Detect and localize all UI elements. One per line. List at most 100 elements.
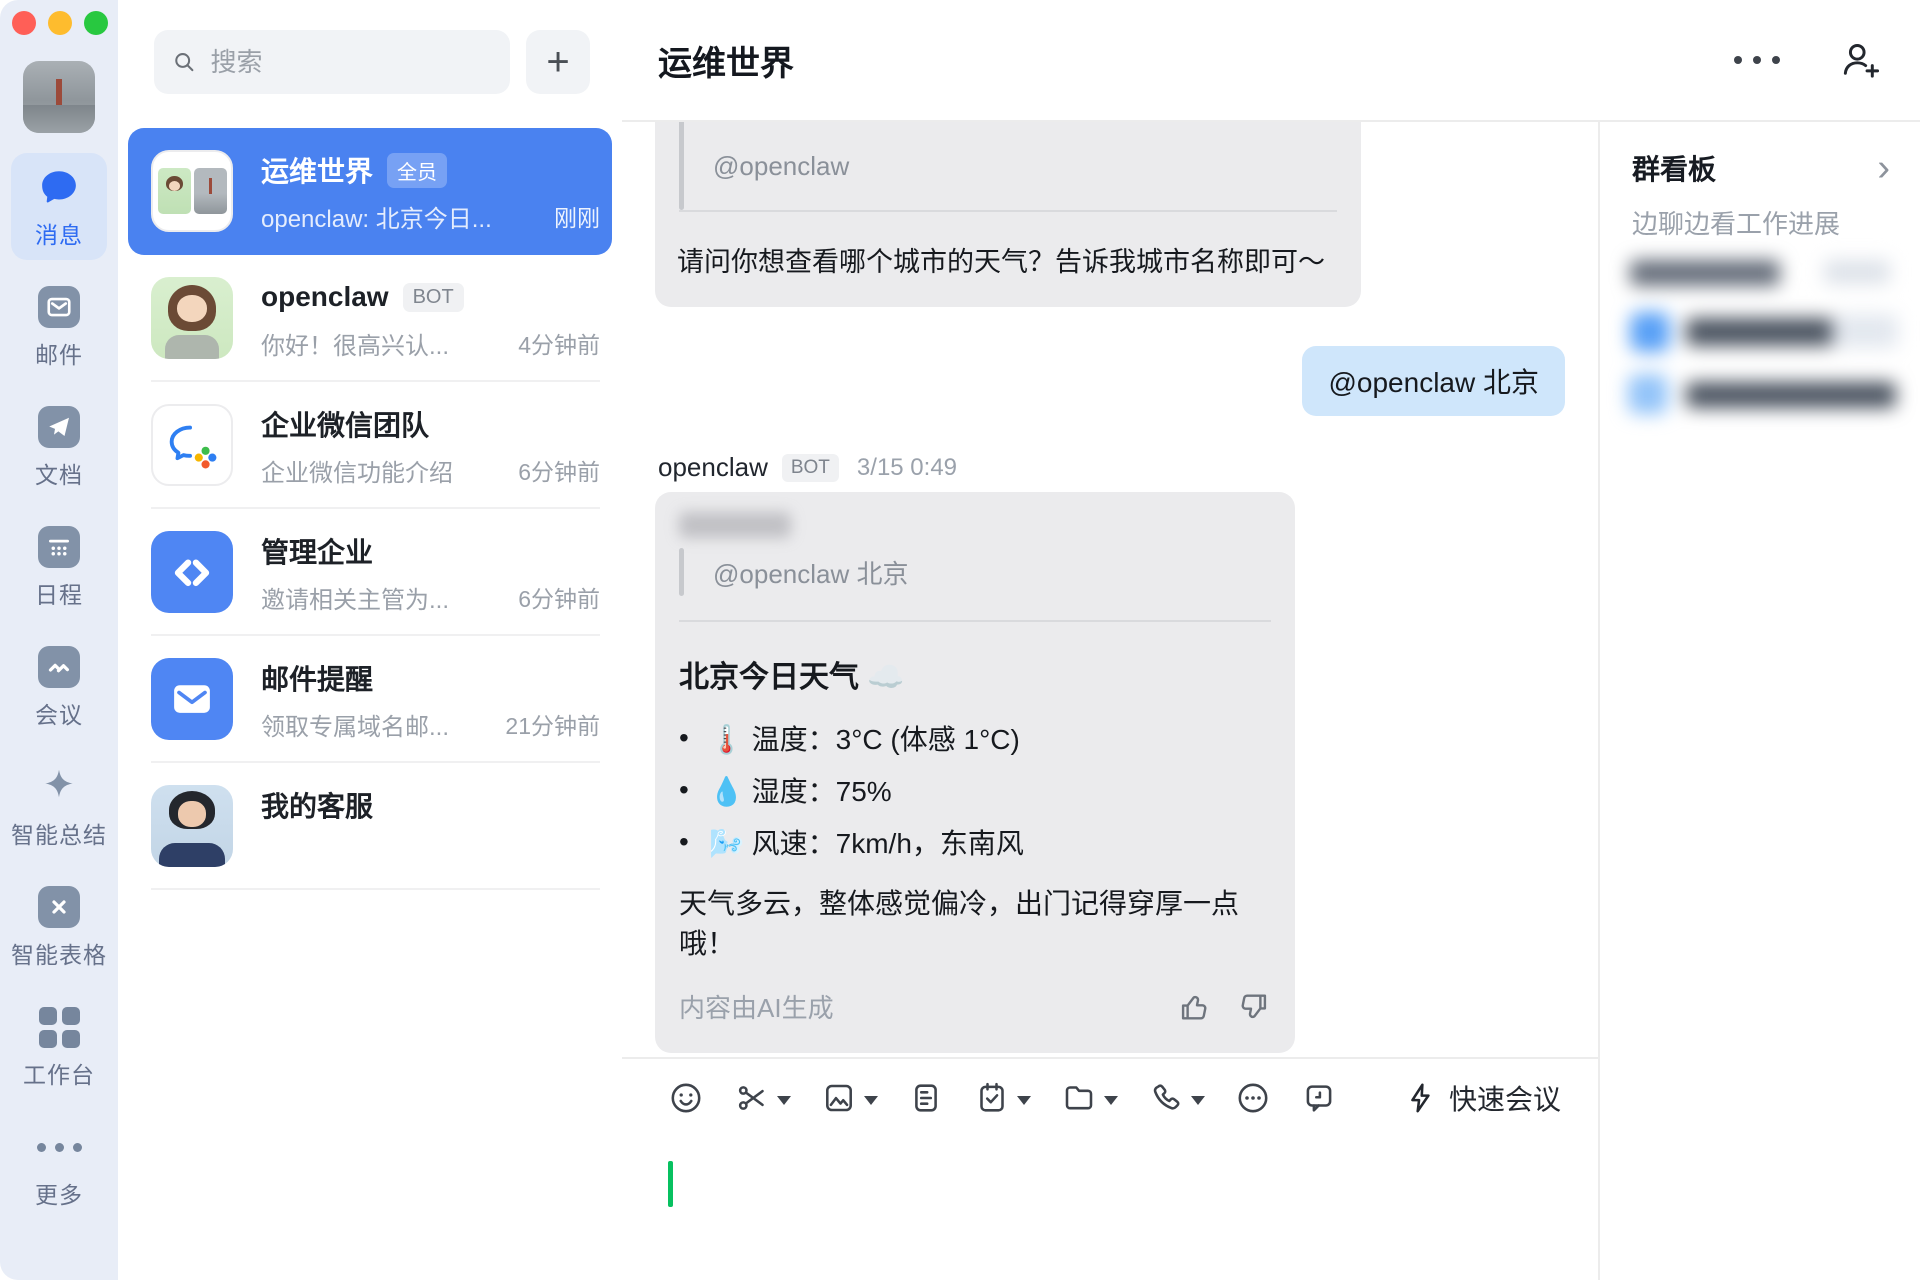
chat-history-button[interactable] [1301,1080,1337,1116]
scissors-icon [734,1080,770,1116]
user-avatar[interactable] [23,61,95,133]
close-button[interactable] [12,11,36,35]
dropdown-arrow-icon [1191,1096,1205,1105]
lightning-icon [1403,1080,1439,1116]
chat-name: openclaw [261,281,389,313]
folder-button[interactable] [1061,1080,1118,1116]
quick-meeting-button[interactable]: 快速会议 [1403,1078,1561,1118]
group-board-panel: 群看板 › 边聊边看工作进展 [1598,122,1920,1280]
sidebar-item-label: 邮件 [35,336,83,370]
screenshot-button[interactable] [734,1080,791,1116]
sparkle-icon [36,766,82,808]
message-timestamp: 3/15 0:49 [857,454,957,482]
chat-time: 21分钟前 [505,707,600,741]
weather-summary: 天气多云，整体感觉偏冷，出门记得穿厚一点哦！ [679,882,1271,962]
chat-bubble-icon [36,166,82,208]
group-avatar [151,150,233,232]
weather-bullet-list: •🌡️ 温度：3°C (体感 1°C) •💧 湿度：75% •🌬️ 风速：7km… [679,712,1271,868]
chat-list-item-mail-alert[interactable]: 邮件提醒 领取专属域名邮... 21分钟前 [118,636,622,763]
message-list[interactable]: @openclaw 请问你想查看哪个城市的天气？告诉我城市名称即可～ @open… [622,122,1598,1057]
mail-alert-avatar [151,658,233,740]
chat-title: 运维世界 [658,36,1728,85]
message-input[interactable] [622,1137,1598,1280]
chat-time: 6分钟前 [518,453,600,487]
ai-generated-label: 内容由AI生成 [679,988,834,1025]
thumbs-down-button[interactable] [1237,990,1271,1024]
weather-title: 北京今日天气 ☁️ [679,652,1271,696]
thumbs-up-button[interactable] [1177,990,1211,1024]
emoji-icon [668,1080,704,1116]
sidebar-item-calendar[interactable]: 日程 [11,513,107,620]
sidebar-item-workbench[interactable]: 工作台 [11,993,107,1100]
chat-name: 我的客服 [261,785,373,825]
ellipsis-icon [1734,56,1780,64]
search-input[interactable] [208,46,492,79]
sidebar-item-smart-sheets[interactable]: 智能表格 [11,873,107,980]
all-members-badge: 全员 [387,153,447,188]
sidebar-item-label: 智能总结 [11,816,107,850]
sidebar-item-label: 智能表格 [11,936,107,970]
wecom-logo-avatar [151,404,233,486]
chat-name: 管理企业 [261,531,373,571]
paper-plane-icon [38,406,80,448]
search-input-wrapper[interactable] [154,30,510,94]
sidebar-item-label: 会议 [35,696,83,730]
chat-name: 邮件提醒 [261,658,373,698]
minimize-button[interactable] [48,11,72,35]
document-icon [908,1080,944,1116]
bot-badge: BOT [782,454,839,482]
service-avatar [151,785,233,867]
sidebar-item-mail[interactable]: 邮件 [11,273,107,380]
chat-list-item-yunwei[interactable]: 运维世界 全员 openclaw: 北京今日... 刚刚 [128,128,612,255]
new-chat-button[interactable]: + [526,30,590,94]
sidebar-item-docs[interactable]: 文档 [11,393,107,500]
chat-preview: 邀请相关主管为... [261,580,449,615]
calendar-icon [38,526,80,568]
chat-list-item-my-service[interactable]: 我的客服 [118,763,622,890]
weather-footer: 内容由AI生成 [679,988,1271,1025]
chat-time: 刚刚 [554,199,600,233]
chat-time: 4分钟前 [518,326,600,360]
chat-list-item-openclaw[interactable]: openclaw BOT 你好！很高兴认... 4分钟前 [118,255,622,382]
chat-history-icon [1301,1080,1337,1116]
sender-name: openclaw [658,452,768,483]
cross-arrows-icon [38,886,80,928]
chat-list-item-manage[interactable]: 管理企业 邀请相关主管为... 6分钟前 [118,509,622,636]
chat-list-item-wecom-team[interactable]: 企业微信团队 企业微信功能介绍 6分钟前 [118,382,622,509]
call-button[interactable] [1148,1080,1205,1116]
quick-meeting-label: 快速会议 [1449,1078,1561,1118]
chat-preview: 领取专属域名邮... [261,707,449,742]
image-button[interactable] [821,1080,878,1116]
chat-time: 6分钟前 [518,580,600,614]
bullet-dot: • [679,826,709,858]
app-window: 消息 邮件 文档 日程 会议 [0,0,1920,1280]
sidebar-item-meetings[interactable]: 会议 [11,633,107,740]
thumbs-up-icon [1177,990,1211,1024]
group-board-subtitle: 边聊边看工作进展 [1632,204,1892,241]
sidebar-item-messages[interactable]: 消息 [11,153,107,260]
zoom-button[interactable] [84,11,108,35]
weather-bullet-temperature: •🌡️ 温度：3°C (体感 1°C) [679,712,1271,764]
file-button[interactable] [908,1080,944,1116]
add-member-button[interactable] [1832,33,1886,87]
app-rail: 消息 邮件 文档 日程 会议 [0,0,118,1280]
phone-icon [1148,1080,1184,1116]
quote-bar [679,122,684,210]
todo-button[interactable] [974,1080,1031,1116]
quote-text: @openclaw 北京 [713,554,908,591]
emoji-button[interactable] [668,1080,704,1116]
quote-bar [679,548,684,596]
sidebar-item-smart-summary[interactable]: 智能总结 [11,753,107,860]
bot-avatar [151,277,233,359]
chevron-right-icon[interactable]: › [1875,153,1892,183]
more-tools-button[interactable] [1235,1080,1271,1116]
meeting-icon [38,646,80,688]
quote-divider [679,620,1271,622]
more-options-button[interactable] [1728,50,1832,70]
sidebar-item-more[interactable]: 更多 [11,1113,107,1220]
app-grid-icon [36,1006,82,1048]
weather-message-card: @openclaw 北京 北京今日天气 ☁️ •🌡️ 温度：3°C (体感 1°… [655,492,1295,1053]
thumbs-down-icon [1237,990,1271,1024]
dropdown-arrow-icon [777,1096,791,1105]
sidebar-item-label: 日程 [35,576,83,610]
